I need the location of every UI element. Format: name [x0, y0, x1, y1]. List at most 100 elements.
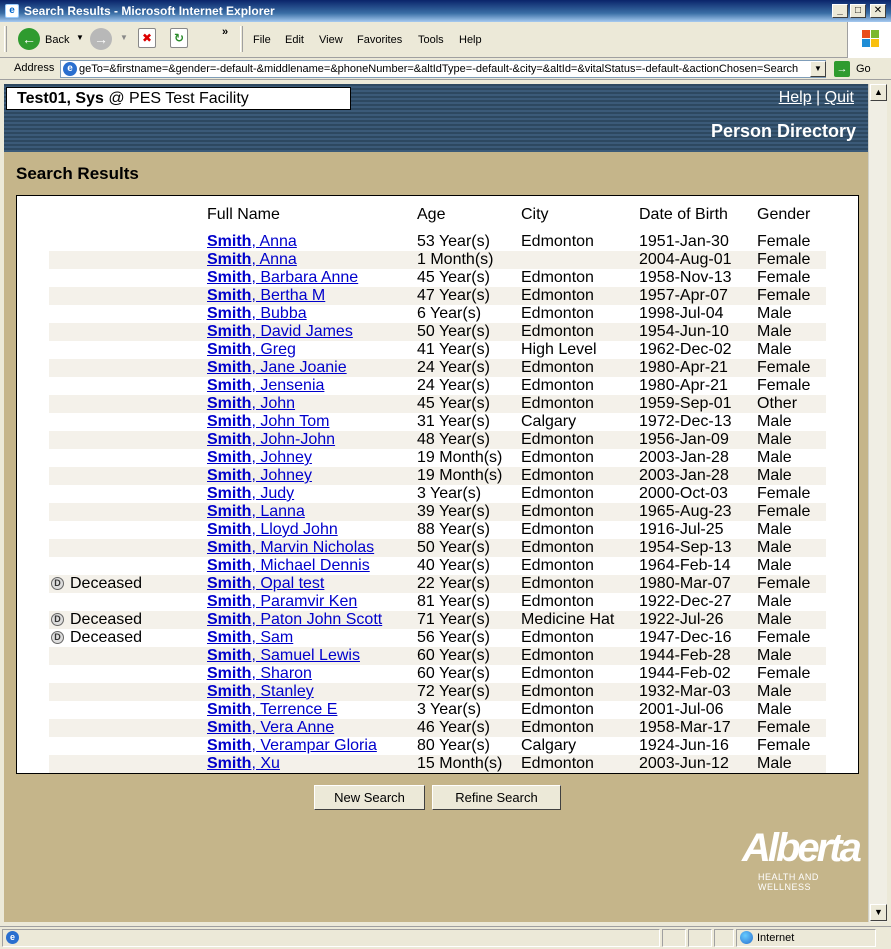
person-name-link[interactable]: Smith, Opal test	[207, 575, 324, 593]
first-name[interactable]: , Sharon	[251, 665, 311, 682]
person-name-link[interactable]: Smith, Greg	[207, 341, 296, 359]
person-name-link[interactable]: Smith, John	[207, 395, 295, 413]
person-name-link[interactable]: Smith, Johney	[207, 467, 312, 485]
first-name[interactable]: , Stanley	[251, 683, 313, 700]
last-name[interactable]: Smith	[207, 377, 251, 394]
scroll-up-icon[interactable]: ▲	[870, 84, 887, 101]
last-name[interactable]: Smith	[207, 359, 251, 376]
last-name[interactable]: Smith	[207, 665, 251, 682]
last-name[interactable]: Smith	[207, 467, 251, 484]
toolbar-overflow-icon[interactable]: »	[222, 26, 228, 38]
quit-link[interactable]: Quit	[825, 89, 854, 106]
last-name[interactable]: Smith	[207, 413, 251, 430]
first-name[interactable]: , Paton John Scott	[251, 611, 382, 628]
person-name-link[interactable]: Smith, Vera Anne	[207, 719, 334, 737]
menu-view[interactable]: View	[319, 34, 343, 46]
last-name[interactable]: Smith	[207, 233, 251, 250]
last-name[interactable]: Smith	[207, 395, 251, 412]
first-name[interactable]: , Sam	[251, 629, 293, 646]
first-name[interactable]: , Jensenia	[251, 377, 324, 394]
forward-dropdown-icon[interactable]: ▼	[120, 33, 128, 42]
minimize-button[interactable]: _	[832, 4, 848, 18]
forward-arrow-icon[interactable]: →	[90, 28, 112, 50]
person-name-link[interactable]: Smith, Barbara Anne	[207, 269, 358, 287]
person-name-link[interactable]: Smith, Terrence E	[207, 701, 337, 719]
last-name[interactable]: Smith	[207, 701, 251, 718]
first-name[interactable]: , Michael Dennis	[251, 557, 369, 574]
stop-icon[interactable]: ✖	[138, 28, 156, 48]
first-name[interactable]: , Anna	[251, 251, 296, 268]
back-arrow-icon[interactable]: ←	[18, 28, 40, 50]
vertical-scrollbar[interactable]: ▲ ▼	[868, 84, 887, 922]
last-name[interactable]: Smith	[207, 611, 251, 628]
new-search-button[interactable]: New Search	[314, 785, 425, 810]
person-name-link[interactable]: Smith, Johney	[207, 449, 312, 467]
first-name[interactable]: , Judy	[251, 485, 294, 502]
address-input[interactable]: e geTo=&firstname=&gender=-default-&midd…	[60, 60, 826, 78]
first-name[interactable]: , John Tom	[251, 413, 329, 430]
menu-file[interactable]: File	[253, 34, 271, 46]
first-name[interactable]: , Barbara Anne	[251, 269, 358, 286]
person-name-link[interactable]: Smith, Jensenia	[207, 377, 324, 395]
person-name-link[interactable]: Smith, Sam	[207, 629, 293, 647]
person-name-link[interactable]: Smith, Xu	[207, 755, 280, 773]
close-button[interactable]: ✕	[870, 4, 886, 18]
maximize-button[interactable]: □	[850, 4, 866, 18]
menu-favorites[interactable]: Favorites	[357, 34, 402, 46]
person-name-link[interactable]: Smith, Verampar Gloria	[207, 737, 377, 755]
first-name[interactable]: , Bubba	[251, 305, 306, 322]
person-name-link[interactable]: Smith, Samuel Lewis	[207, 647, 360, 665]
first-name[interactable]: , Bertha M	[251, 287, 325, 304]
first-name[interactable]: , Greg	[251, 341, 295, 358]
person-name-link[interactable]: Smith, Anna	[207, 233, 297, 251]
first-name[interactable]: , Terrence E	[251, 701, 337, 718]
person-name-link[interactable]: Smith, Paramvir Ken	[207, 593, 357, 611]
first-name[interactable]: , Vera Anne	[251, 719, 334, 736]
back-label[interactable]: Back	[45, 34, 69, 46]
first-name[interactable]: , Xu	[251, 755, 279, 772]
last-name[interactable]: Smith	[207, 647, 251, 664]
first-name[interactable]: , Samuel Lewis	[251, 647, 360, 664]
last-name[interactable]: Smith	[207, 539, 251, 556]
last-name[interactable]: Smith	[207, 503, 251, 520]
first-name[interactable]: , John-John	[251, 431, 335, 448]
person-name-link[interactable]: Smith, John Tom	[207, 413, 329, 431]
first-name[interactable]: , Jane Joanie	[251, 359, 346, 376]
first-name[interactable]: , Marvin Nicholas	[251, 539, 374, 556]
first-name[interactable]: , David James	[251, 323, 352, 340]
refresh-icon[interactable]: ↻	[170, 28, 188, 48]
person-name-link[interactable]: Smith, Lloyd John	[207, 521, 338, 539]
last-name[interactable]: Smith	[207, 575, 251, 592]
last-name[interactable]: Smith	[207, 629, 251, 646]
person-name-link[interactable]: Smith, Lanna	[207, 503, 305, 521]
menu-grip[interactable]	[240, 26, 243, 52]
help-link[interactable]: Help	[779, 89, 812, 106]
first-name[interactable]: , Johney	[251, 449, 311, 466]
last-name[interactable]: Smith	[207, 593, 251, 610]
scroll-down-icon[interactable]: ▼	[870, 904, 887, 921]
last-name[interactable]: Smith	[207, 251, 251, 268]
last-name[interactable]: Smith	[207, 323, 251, 340]
person-name-link[interactable]: Smith, Jane Joanie	[207, 359, 347, 377]
person-name-link[interactable]: Smith, Michael Dennis	[207, 557, 370, 575]
refine-search-button[interactable]: Refine Search	[432, 785, 561, 810]
person-name-link[interactable]: Smith, Stanley	[207, 683, 314, 701]
last-name[interactable]: Smith	[207, 287, 251, 304]
first-name[interactable]: , Anna	[251, 233, 296, 250]
back-dropdown-icon[interactable]: ▼	[76, 33, 84, 42]
person-name-link[interactable]: Smith, Marvin Nicholas	[207, 539, 374, 557]
go-arrow-icon[interactable]: →	[834, 61, 850, 77]
person-name-link[interactable]: Smith, Bertha M	[207, 287, 325, 305]
go-label[interactable]: Go	[856, 63, 871, 75]
first-name[interactable]: , Verampar Gloria	[251, 737, 376, 754]
first-name[interactable]: , John	[251, 395, 295, 412]
person-name-link[interactable]: Smith, Anna	[207, 251, 297, 269]
last-name[interactable]: Smith	[207, 305, 251, 322]
menu-edit[interactable]: Edit	[285, 34, 304, 46]
last-name[interactable]: Smith	[207, 485, 251, 502]
first-name[interactable]: , Opal test	[251, 575, 324, 592]
first-name[interactable]: , Paramvir Ken	[251, 593, 357, 610]
menu-help[interactable]: Help	[459, 34, 482, 46]
person-name-link[interactable]: Smith, Judy	[207, 485, 294, 503]
first-name[interactable]: , Johney	[251, 467, 311, 484]
